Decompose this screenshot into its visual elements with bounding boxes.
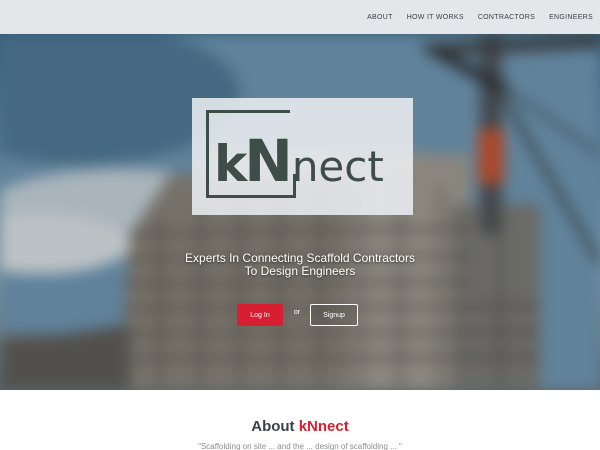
brand-logo: k N nect [192,98,413,215]
logo-frame-top [206,110,256,113]
logo-frame-bottom [206,195,296,198]
about-intro-text: "Scaffolding on site ... and the ... des… [198,442,402,450]
signup-button[interactable]: Signup [310,304,358,326]
top-navbar: ABOUT HOW IT WORKS CONTRACTORS ENGINEERS [0,0,600,34]
logo-letters-nect: nect [291,142,384,191]
logo-letter-n: N [244,127,293,195]
about-heading-prefix: About [251,418,299,435]
hero-tagline: Experts In Connecting Scaffold Contracto… [150,252,450,278]
logo-letter-k: k [214,135,247,193]
logo-wordmark: k N nect [214,127,384,195]
about-heading-brand: kNnect [298,418,349,435]
hero-tagline-line-2: To Design Engineers [244,264,356,278]
nav-link-engineers[interactable]: ENGINEERS [549,14,593,21]
about-heading: About kNnect [0,418,600,435]
or-separator: or [293,309,301,316]
nav-link-about[interactable]: ABOUT [367,14,393,21]
hero-section: k N nect Experts In Connecting Scaffold … [0,34,600,390]
login-button[interactable]: Log In [237,304,283,326]
nav-link-how-it-works[interactable]: HOW IT WORKS [407,14,464,21]
nav-link-contractors[interactable]: CONTRACTORS [478,14,535,21]
